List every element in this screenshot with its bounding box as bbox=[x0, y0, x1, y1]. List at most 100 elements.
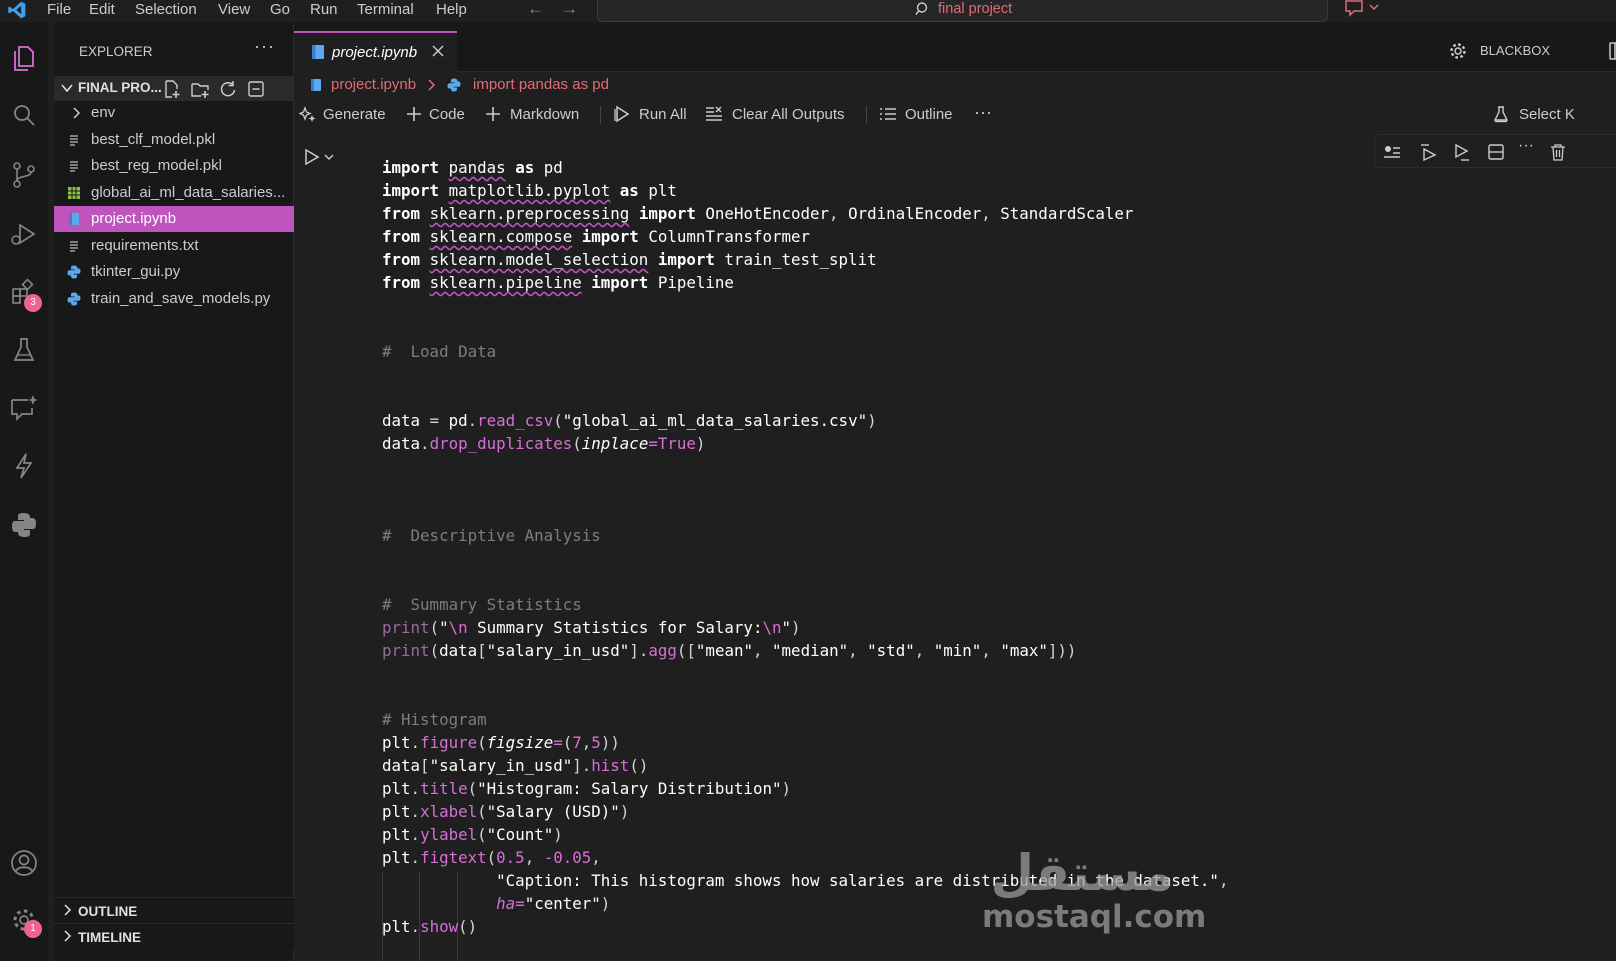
list-icon bbox=[880, 108, 896, 120]
tree-item-label: best_clf_model.pkl bbox=[91, 131, 216, 148]
timeline-panel-header[interactable]: TIMELINE bbox=[54, 923, 294, 949]
toolbar-separator bbox=[600, 106, 601, 124]
search-icon bbox=[915, 2, 928, 15]
menu-selection[interactable]: Selection bbox=[135, 0, 197, 20]
tab-label: project.ipynb bbox=[332, 44, 418, 61]
toggle-panel-icon[interactable] bbox=[1609, 42, 1616, 60]
run-by-line-icon[interactable] bbox=[1383, 143, 1401, 161]
csv-table-icon bbox=[68, 187, 80, 199]
back-arrow-icon[interactable]: ← bbox=[527, 0, 544, 17]
tree-item-label: requirements.txt bbox=[91, 237, 199, 254]
explorer-files-icon[interactable] bbox=[8, 42, 40, 74]
activity-bar: 3 1 bbox=[0, 22, 48, 961]
chat-dropdown-icon[interactable] bbox=[1344, 0, 1382, 18]
lines-file-icon bbox=[70, 241, 78, 252]
tree-item-tkinter-gui[interactable]: tkinter_gui.py bbox=[54, 259, 294, 285]
explorer-title: EXPLORER bbox=[79, 44, 153, 59]
run-all-label: Run All bbox=[639, 106, 687, 123]
toolbar-more-button[interactable]: ··· bbox=[974, 102, 992, 123]
menu-help[interactable]: Help bbox=[436, 0, 467, 20]
python-icon[interactable] bbox=[8, 509, 40, 541]
code-label: Code bbox=[429, 106, 465, 123]
editor-right-actions: BLACKBOX bbox=[1444, 31, 1616, 72]
new-folder-icon[interactable] bbox=[190, 79, 210, 99]
refresh-icon[interactable] bbox=[218, 79, 238, 99]
outline-panel-header[interactable]: OUTLINE bbox=[54, 897, 294, 923]
testing-flask-icon[interactable] bbox=[8, 334, 40, 366]
manage-badge: 1 bbox=[24, 920, 42, 938]
search-icon[interactable] bbox=[8, 100, 40, 132]
lines-file-icon bbox=[70, 161, 78, 172]
tree-item-env[interactable]: env bbox=[54, 100, 294, 126]
blackbox-button[interactable]: BLACKBOX bbox=[1480, 43, 1550, 58]
tree-item-requirements[interactable]: requirements.txt bbox=[54, 233, 294, 259]
menu-go[interactable]: Go bbox=[270, 0, 290, 20]
tree-item-best-reg-model[interactable]: best_reg_model.pkl bbox=[54, 153, 294, 179]
lines-file-icon bbox=[70, 135, 78, 146]
watermark-arabic: مستقل bbox=[990, 844, 1174, 902]
command-center-text: final project bbox=[938, 1, 1013, 17]
run-cell-dropdown-icon[interactable] bbox=[304, 148, 338, 166]
menu-view[interactable]: View bbox=[218, 0, 250, 20]
timeline-label: TIMELINE bbox=[78, 930, 141, 945]
markdown-label: Markdown bbox=[510, 106, 580, 123]
close-icon[interactable] bbox=[430, 43, 446, 59]
lightning-icon[interactable] bbox=[8, 450, 40, 482]
chevron-right-icon bbox=[428, 79, 436, 91]
notebook-icon bbox=[311, 79, 321, 91]
account-icon[interactable] bbox=[8, 847, 40, 879]
generate-label: Generate bbox=[323, 106, 386, 123]
tree-item-label: best_reg_model.pkl bbox=[91, 157, 222, 174]
chevron-right-icon bbox=[64, 930, 72, 942]
tab-project-ipynb[interactable]: project.ipynb bbox=[294, 31, 457, 72]
breadcrumb-file[interactable]: project.ipynb bbox=[331, 76, 416, 93]
chevron-right-icon bbox=[64, 904, 72, 916]
menu-run[interactable]: Run bbox=[310, 0, 338, 20]
forward-arrow-icon[interactable]: → bbox=[561, 0, 578, 17]
editor-area: project.ipynb BLACKBOX project.ipynb imp… bbox=[294, 22, 1616, 961]
menu-terminal[interactable]: Terminal bbox=[357, 0, 414, 20]
watermark-latin: mostaql.com bbox=[982, 899, 1207, 935]
execute-above-icon[interactable] bbox=[1419, 143, 1437, 161]
explorer-sidebar: EXPLORER ··· FINAL PRO... env best_clf_m… bbox=[54, 22, 294, 961]
tree-item-label: global_ai_ml_data_salaries... bbox=[91, 184, 286, 201]
chevron-right-icon bbox=[73, 107, 81, 119]
breadcrumb-symbol[interactable]: import pandas as pd bbox=[473, 76, 609, 93]
new-file-icon[interactable] bbox=[162, 79, 182, 99]
plus-icon bbox=[486, 107, 500, 121]
tree-item-project-ipynb[interactable]: project.ipynb bbox=[54, 206, 294, 232]
execute-below-icon[interactable] bbox=[1453, 143, 1471, 161]
source-control-icon[interactable] bbox=[8, 159, 40, 191]
tree-item-label: project.ipynb bbox=[91, 210, 177, 227]
kernel-icon bbox=[1493, 106, 1509, 123]
chevron-down-icon bbox=[61, 84, 73, 93]
split-cell-icon[interactable] bbox=[1487, 143, 1505, 161]
command-center-search[interactable]: final project bbox=[597, 0, 1328, 22]
notebook-toolbar: Generate Code Markdown Run All Clear All… bbox=[294, 98, 1616, 130]
folder-header[interactable]: FINAL PRO... bbox=[54, 76, 294, 101]
run-debug-icon[interactable] bbox=[8, 218, 40, 250]
explorer-more-button[interactable]: ··· bbox=[254, 36, 275, 57]
code-cell-editor[interactable]: import pandas as pd import matplotlib.pyp… bbox=[382, 156, 1228, 938]
delete-cell-trash-icon[interactable] bbox=[1549, 143, 1567, 161]
menu-edit[interactable]: Edit bbox=[89, 0, 115, 20]
watermark-logo: مستقل mostaql.com bbox=[982, 844, 1207, 935]
python-file-icon bbox=[67, 292, 81, 306]
tab-bar: project.ipynb BLACKBOX bbox=[294, 22, 1616, 72]
gear-icon[interactable] bbox=[1448, 41, 1468, 61]
run-all-icon bbox=[614, 105, 630, 123]
tree-item-train-and-save-models[interactable]: train_and_save_models.py bbox=[54, 286, 294, 312]
cell-toolbar: ··· bbox=[1374, 134, 1616, 168]
tree-item-label: tkinter_gui.py bbox=[91, 263, 181, 280]
plus-icon bbox=[407, 107, 421, 121]
toolbar-separator bbox=[866, 106, 867, 124]
tree-item-best-clf-model[interactable]: best_clf_model.pkl bbox=[54, 127, 294, 153]
tree-item-global-salaries-csv[interactable]: global_ai_ml_data_salaries... bbox=[54, 180, 294, 206]
extensions-badge: 3 bbox=[24, 294, 42, 312]
menu-file[interactable]: File bbox=[47, 0, 71, 20]
chat-sparkle-icon[interactable] bbox=[8, 392, 40, 424]
collapse-all-icon[interactable] bbox=[246, 79, 266, 99]
tree-item-label: env bbox=[91, 104, 116, 121]
cell-more-icon[interactable]: ··· bbox=[1518, 137, 1536, 155]
outline-label: Outline bbox=[905, 106, 953, 123]
